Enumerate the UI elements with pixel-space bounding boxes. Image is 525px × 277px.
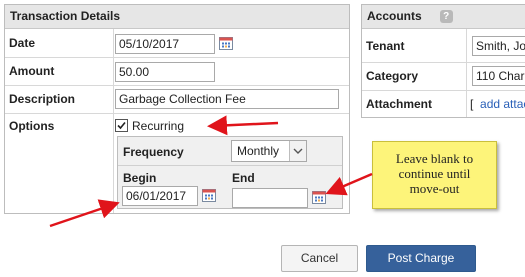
annotation-arrows (49, 115, 373, 228)
arrow-to-begin-date (49, 199, 120, 228)
post-charge-button[interactable]: Post Charge (366, 245, 476, 272)
arrow-to-end-date (325, 172, 373, 196)
cancel-button[interactable]: Cancel (281, 245, 358, 272)
arrow-to-recurring (207, 115, 279, 136)
